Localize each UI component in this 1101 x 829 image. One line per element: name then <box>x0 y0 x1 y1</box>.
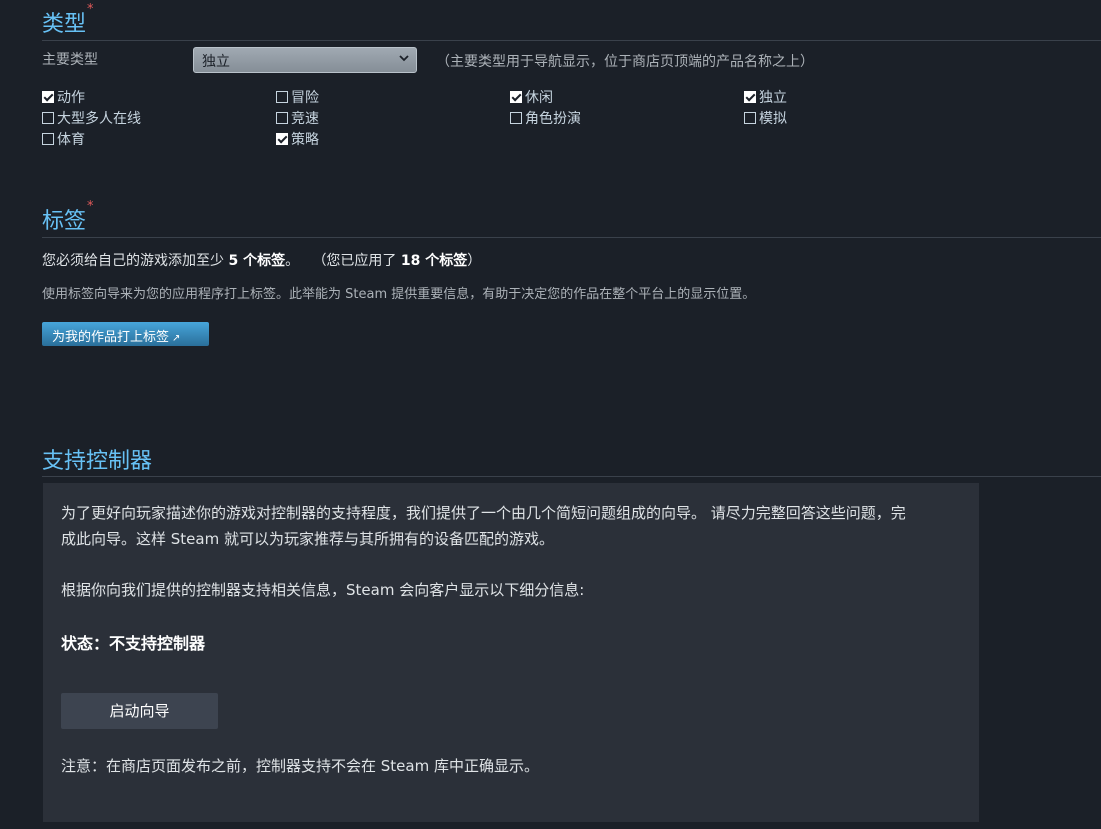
controller-status: 状态：不支持控制器 <box>61 634 206 653</box>
genre-checkbox-label: 休闲 <box>525 90 553 106</box>
genre-checkbox-item[interactable]: 体育 <box>42 130 85 148</box>
genre-checkbox-item[interactable]: 独立 <box>744 88 787 106</box>
controller-breakdown-text: 根据你向我们提供的控制器支持相关信息，Steam 会向客户显示以下细分信息: <box>61 581 585 599</box>
required-asterisk: * <box>87 199 94 214</box>
genre-section-title: 类型* <box>42 2 94 37</box>
genre-checkbox-item[interactable]: 动作 <box>42 88 85 106</box>
genre-checkbox-label: 模拟 <box>759 111 787 127</box>
genre-checkbox-label: 独立 <box>759 90 787 106</box>
launch-wizard-button[interactable]: 启动向导 <box>61 693 218 729</box>
controller-intro-line2: 成此向导。这样 Steam 就可以为玩家推荐与其所拥有的设备匹配的游戏。 <box>61 530 554 548</box>
genre-checkbox-item[interactable]: 休闲 <box>510 88 553 106</box>
genre-checkbox-item[interactable]: 竞速 <box>276 109 319 127</box>
checkbox-unchecked[interactable] <box>744 112 756 124</box>
genre-checkbox-label: 大型多人在线 <box>57 111 141 127</box>
genre-checkbox-item[interactable]: 大型多人在线 <box>42 109 141 127</box>
controller-panel: 为了更好向玩家描述你的游戏对控制器的支持程度，我们提供了一个由几个简短问题组成的… <box>43 483 979 822</box>
genre-checkbox-item[interactable]: 模拟 <box>744 109 787 127</box>
genre-checkbox-item[interactable]: 策略 <box>276 130 319 148</box>
tags-applied-count: 18 个标签 <box>400 253 468 269</box>
controller-intro-line1: 为了更好向玩家描述你的游戏对控制器的支持程度，我们提供了一个由几个简短问题组成的… <box>61 504 906 522</box>
genre-checkbox-label: 竞速 <box>291 111 319 127</box>
controller-divider <box>42 476 1101 477</box>
tags-requirement-text: 您必须给自己的游戏添加至少 5 个标签。 （您已应用了 18 个标签） <box>42 253 482 269</box>
tag-my-product-button[interactable]: 为我的作品打上标签 ↗ <box>42 322 209 346</box>
tags-description: 使用标签向导来为您的应用程序打上标签。此举能为 Steam 提供重要信息，有助于… <box>42 287 756 302</box>
genre-checkbox-label: 冒险 <box>291 90 319 106</box>
genre-checkbox-item[interactable]: 冒险 <box>276 88 319 106</box>
checkbox-unchecked[interactable] <box>42 112 54 124</box>
checkbox-checked[interactable] <box>744 91 756 103</box>
checkbox-checked[interactable] <box>276 133 288 145</box>
tag-button-label: 为我的作品打上标签 <box>52 330 170 345</box>
primary-genre-hint: （主要类型用于导航显示，位于商店页顶端的产品名称之上） <box>436 54 814 70</box>
checkbox-checked[interactable] <box>510 91 522 103</box>
primary-genre-value: 独立 <box>202 54 230 70</box>
tags-section-title: 标签* <box>42 199 94 234</box>
external-link-icon: ↗ <box>172 333 181 344</box>
checkbox-unchecked[interactable] <box>276 112 288 124</box>
tags-min-count: 5 个标签 <box>228 253 286 269</box>
checkbox-unchecked[interactable] <box>510 112 522 124</box>
genre-checkbox-label: 体育 <box>57 132 85 148</box>
checkbox-checked[interactable] <box>42 91 54 103</box>
controller-note: 注意：在商店页面发布之前，控制器支持不会在 Steam 库中正确显示。 <box>61 757 539 775</box>
required-asterisk: * <box>87 2 94 17</box>
checkbox-unchecked[interactable] <box>42 133 54 145</box>
genre-checkbox-label: 策略 <box>291 132 319 148</box>
chevron-down-icon <box>399 55 409 62</box>
primary-genre-select[interactable]: 独立 <box>193 47 417 73</box>
checkbox-unchecked[interactable] <box>276 91 288 103</box>
tags-divider <box>42 237 1101 238</box>
genre-checkbox-item[interactable]: 角色扮演 <box>510 109 581 127</box>
genre-checkbox-label: 角色扮演 <box>525 111 581 127</box>
controller-section-title: 支持控制器 <box>42 449 153 474</box>
genre-checkbox-label: 动作 <box>57 90 85 106</box>
genre-divider <box>42 40 1101 41</box>
primary-genre-label: 主要类型 <box>42 52 98 68</box>
